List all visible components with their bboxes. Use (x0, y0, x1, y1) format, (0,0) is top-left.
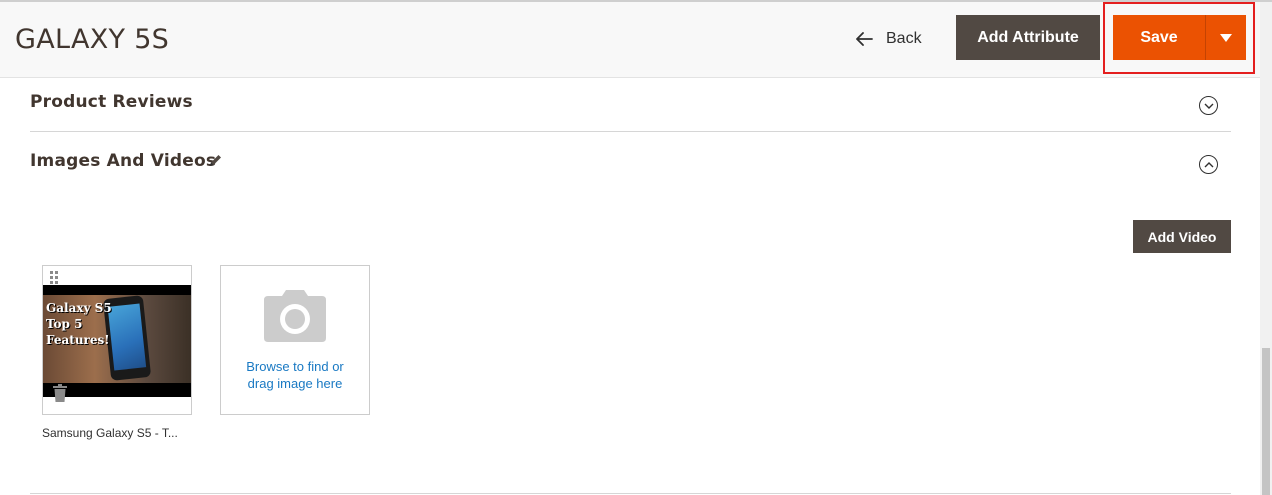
section-toggle-product-reviews[interactable] (1199, 96, 1218, 115)
section-toggle-images-and-videos[interactable] (1199, 155, 1218, 174)
save-options-toggle[interactable] (1206, 15, 1246, 60)
scrollbar-thumb[interactable] (1262, 348, 1270, 495)
overlay-line-1: Galaxy S5 (46, 301, 112, 315)
save-button[interactable]: Save (1113, 15, 1205, 60)
drag-handle-icon[interactable] (49, 270, 59, 286)
phone-screen (107, 303, 147, 371)
back-button-label: Back (886, 30, 922, 47)
page-title: GALAXY 5S (15, 24, 170, 55)
arrow-left-icon (856, 32, 873, 46)
image-upload-dropzone[interactable]: Browse to find or drag image here (220, 265, 370, 415)
overlay-line-2: Top 5 (46, 317, 83, 331)
section-title-images-and-videos[interactable]: Images And Videos (30, 151, 216, 171)
add-video-button[interactable]: Add Video (1133, 220, 1231, 253)
upload-text-line-1: Browse to find or (246, 359, 344, 374)
triangle-down-icon (1220, 33, 1232, 42)
overlay-line-3: Features! (46, 333, 110, 347)
chevron-down-circle-icon (1204, 103, 1213, 109)
section-divider (30, 131, 1231, 132)
pencil-icon[interactable] (208, 153, 223, 168)
add-attribute-button[interactable]: Add Attribute (956, 15, 1100, 60)
upload-link[interactable]: Browse to find or drag image here (221, 358, 369, 392)
video-thumbnail-image: Galaxy S5 Top 5 Features! (43, 295, 191, 383)
upload-text-line-2: drag image here (247, 376, 343, 391)
section-title-product-reviews[interactable]: Product Reviews (30, 92, 193, 112)
camera-icon (264, 290, 326, 342)
video-overlay-text: Galaxy S5 Top 5 Features! (46, 300, 112, 348)
trash-icon[interactable] (53, 384, 67, 402)
media-item-card[interactable]: Galaxy S5 Top 5 Features! (42, 265, 192, 415)
chevron-up-circle-icon (1204, 161, 1213, 167)
video-thumbnail[interactable]: Galaxy S5 Top 5 Features! (43, 285, 191, 397)
media-item-caption: Samsung Galaxy S5 - T... (42, 426, 178, 440)
back-button[interactable]: Back (856, 26, 922, 52)
section-divider-bottom (30, 493, 1231, 494)
